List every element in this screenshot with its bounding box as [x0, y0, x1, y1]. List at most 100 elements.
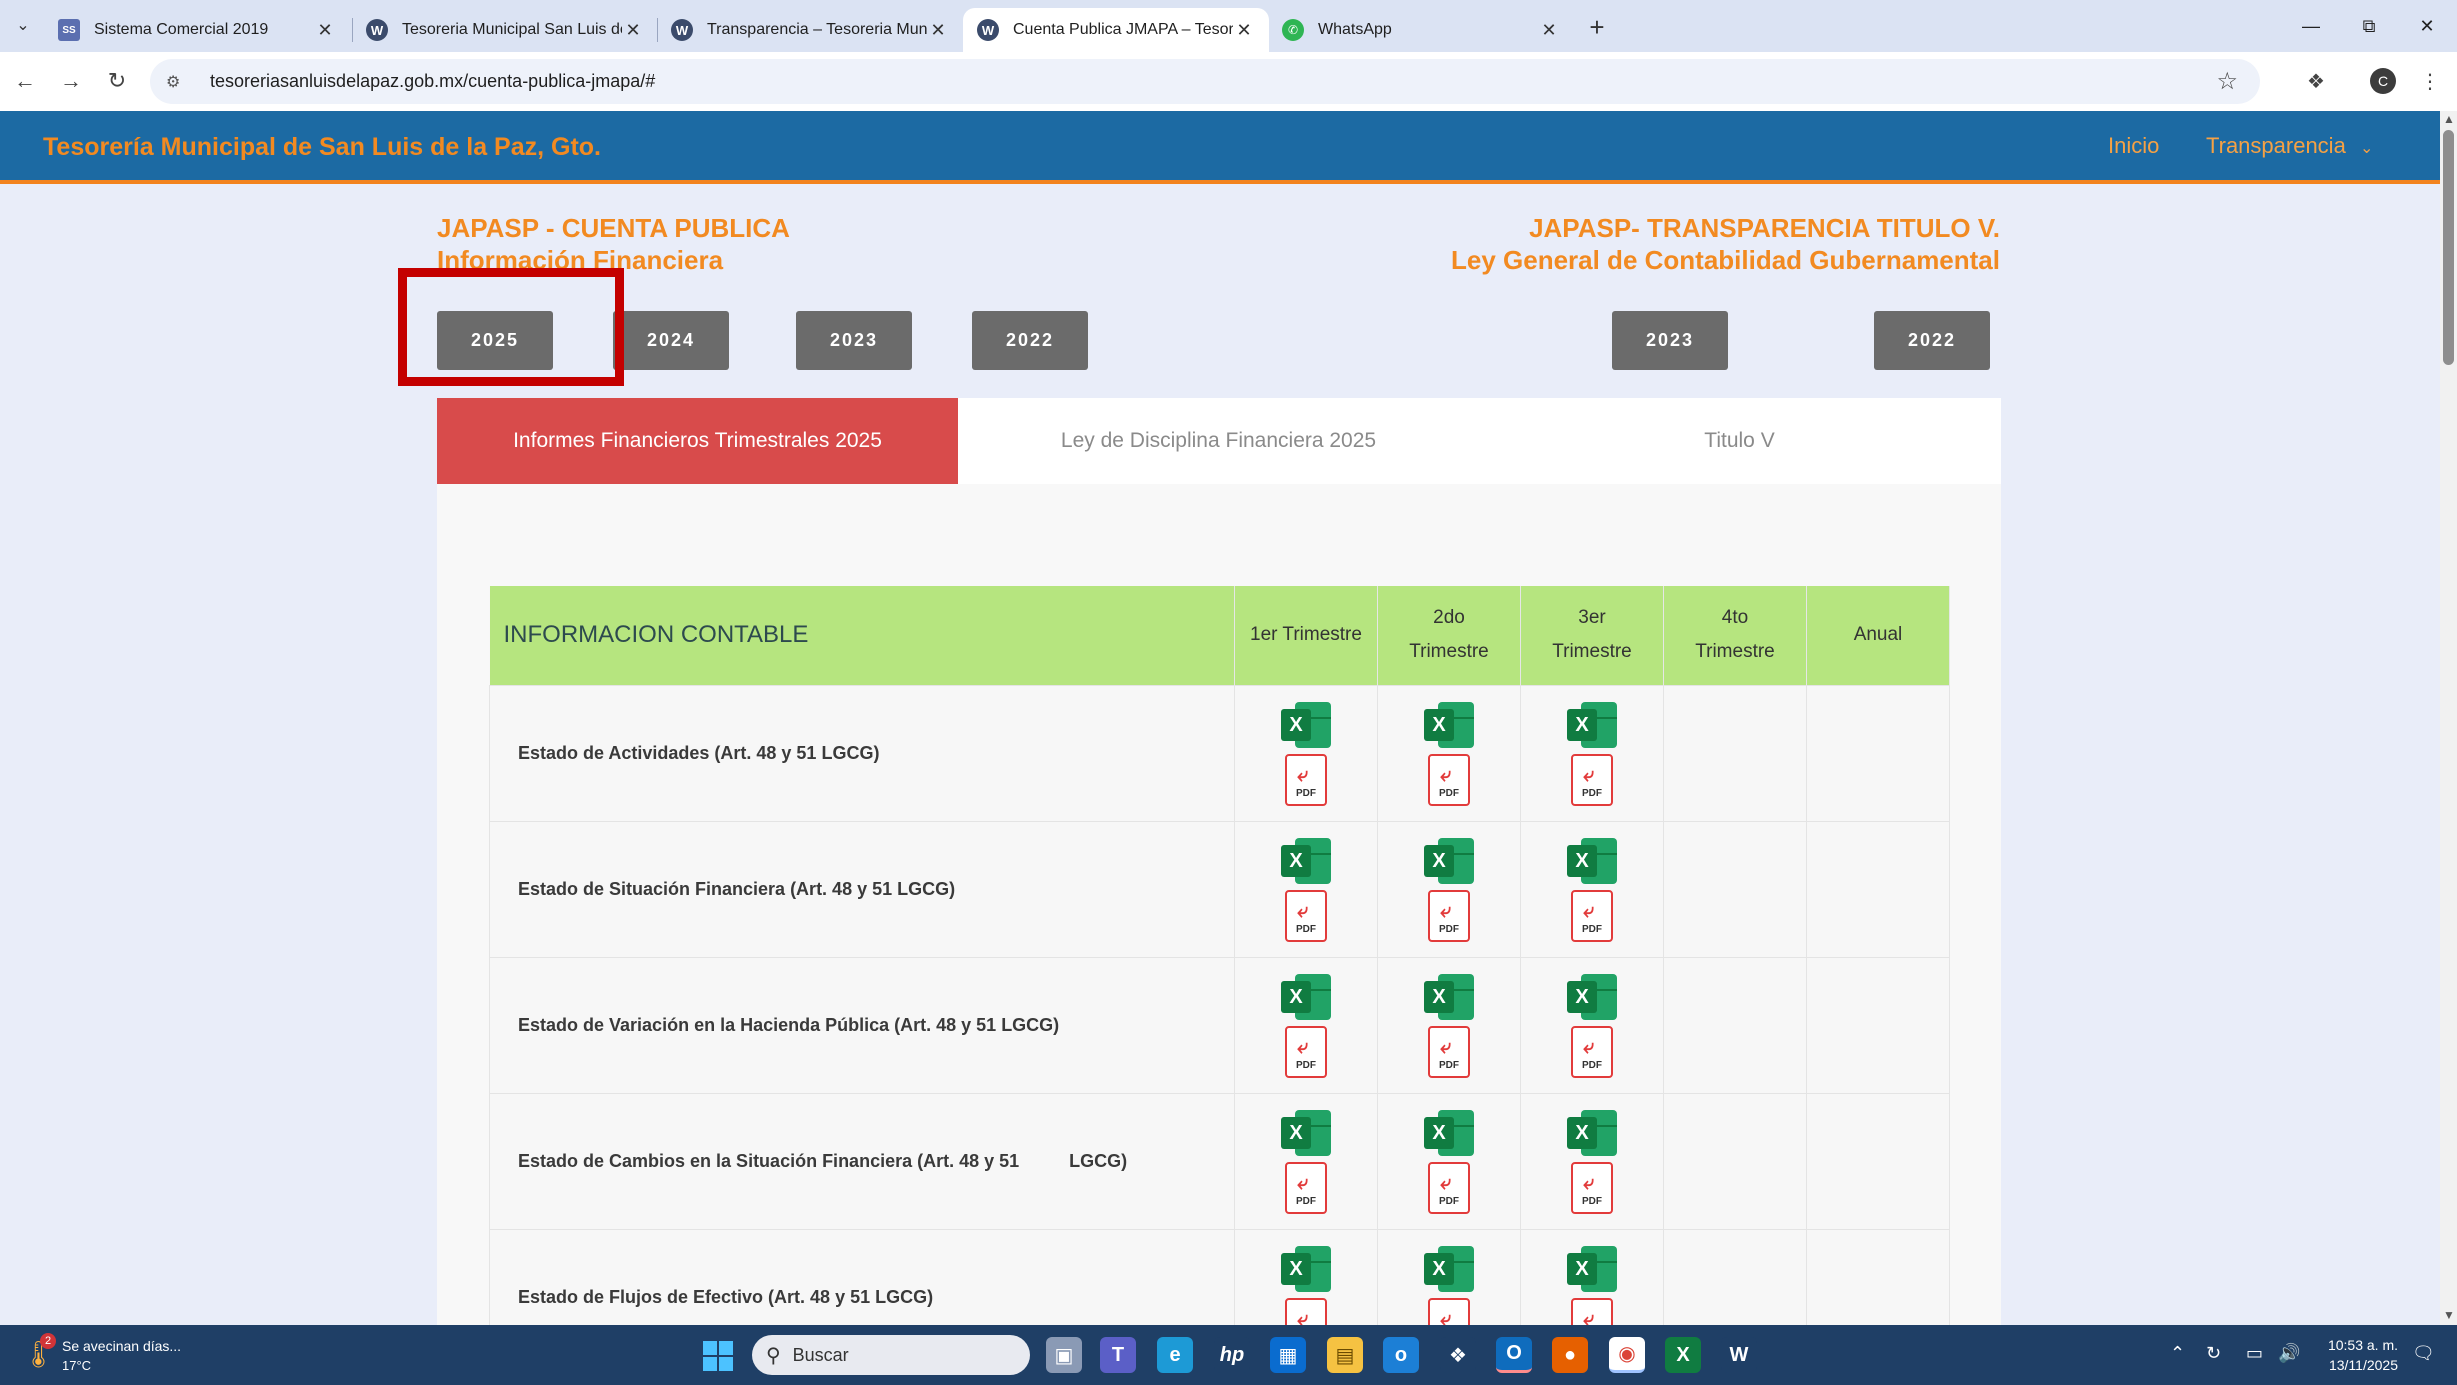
- pdf-file-icon[interactable]: ⤶PDF: [1428, 1298, 1470, 1325]
- excel-file-icon[interactable]: X: [1567, 1108, 1617, 1158]
- back-icon[interactable]: ←: [8, 64, 42, 98]
- minimize-icon[interactable]: —: [2288, 8, 2334, 44]
- tab-titulo-v[interactable]: Titulo V: [1479, 398, 2000, 484]
- site-title[interactable]: Tesorería Municipal de San Luis de la Pa…: [43, 133, 601, 162]
- windows-start-icon[interactable]: [703, 1341, 733, 1371]
- transparencia-year-button-2023[interactable]: 2023: [1612, 311, 1728, 370]
- show-hidden-icons[interactable]: ⌃: [2170, 1343, 2185, 1364]
- reload-icon[interactable]: ↻: [100, 64, 134, 98]
- excel-file-icon[interactable]: X: [1567, 700, 1617, 750]
- word-icon[interactable]: W: [1721, 1337, 1757, 1373]
- clock-time: 10:53 a. m.: [2327, 1337, 2398, 1353]
- taskbar-search[interactable]: ⚲ Buscar: [752, 1335, 1030, 1375]
- pdf-file-icon[interactable]: ⤶PDF: [1285, 1026, 1327, 1078]
- excel-file-icon[interactable]: X: [1567, 972, 1617, 1022]
- network-icon[interactable]: ▭: [2246, 1343, 2263, 1364]
- excel-file-icon[interactable]: X: [1567, 1244, 1617, 1294]
- hp-icon[interactable]: hp: [1214, 1337, 1250, 1373]
- sync-icon[interactable]: ↻: [2206, 1343, 2221, 1364]
- close-tab-icon[interactable]: ✕: [314, 20, 336, 41]
- column-header: 3er Trimestre: [1520, 586, 1664, 685]
- profile-avatar[interactable]: C: [2370, 68, 2396, 94]
- browser-tab[interactable]: SS Sistema Comercial 2019 ✕: [44, 8, 350, 52]
- excel-file-icon[interactable]: X: [1424, 1108, 1474, 1158]
- pdf-file-icon[interactable]: ⤶PDF: [1428, 1026, 1470, 1078]
- file-explorer-icon[interactable]: ▤: [1327, 1337, 1363, 1373]
- tab-informes-trimestrales[interactable]: Informes Financieros Trimestrales 2025: [437, 398, 958, 484]
- file-cell: X ⤶PDF: [1520, 1228, 1664, 1325]
- excel-file-icon[interactable]: X: [1281, 1244, 1331, 1294]
- excel-file-icon[interactable]: X: [1567, 836, 1617, 886]
- menu-kebab-icon[interactable]: ⋮: [2414, 65, 2446, 97]
- excel-file-icon[interactable]: X: [1424, 972, 1474, 1022]
- address-bar[interactable]: ⚙ tesoreriasanluisdelapaz.gob.mx/cuenta-…: [150, 59, 2260, 104]
- transparencia-year-button-2022[interactable]: 2022: [1874, 311, 1990, 370]
- weather-widget[interactable]: Se avecinan días... 17°C: [62, 1337, 181, 1375]
- pdf-file-icon[interactable]: ⤶PDF: [1571, 1298, 1613, 1325]
- chrome-icon[interactable]: ◉: [1609, 1337, 1645, 1373]
- close-tab-icon[interactable]: ✕: [1233, 20, 1255, 41]
- tab-ley-disciplina[interactable]: Ley de Disciplina Financiera 2025: [958, 398, 1479, 484]
- pdf-file-icon[interactable]: ⤶PDF: [1285, 1298, 1327, 1325]
- volume-icon[interactable]: 🔊: [2278, 1343, 2300, 1364]
- new-tab-button[interactable]: +: [1580, 10, 1614, 44]
- edge-icon[interactable]: e: [1157, 1337, 1193, 1373]
- excel-icon[interactable]: X: [1665, 1337, 1701, 1373]
- site-settings-icon[interactable]: ⚙: [166, 72, 196, 92]
- file-links: X⤶PDF: [1424, 700, 1474, 806]
- pdf-file-icon[interactable]: ⤶PDF: [1571, 890, 1613, 942]
- pdf-file-icon[interactable]: ⤶PDF: [1285, 890, 1327, 942]
- excel-file-icon[interactable]: X: [1281, 1108, 1331, 1158]
- system-clock[interactable]: 10:53 a. m. 13/11/2025: [2318, 1335, 2398, 1375]
- pdf-file-icon[interactable]: ⤶PDF: [1571, 1162, 1613, 1214]
- scroll-up-icon[interactable]: ▲: [2443, 112, 2455, 126]
- excel-file-icon[interactable]: X: [1424, 1244, 1474, 1294]
- heading-line: Ley General de Contabilidad Gubernamenta…: [1450, 245, 2000, 275]
- pdf-file-icon[interactable]: ⤶PDF: [1428, 1162, 1470, 1214]
- file-cell: X ⤶PDF: [1234, 1228, 1378, 1325]
- teams-icon[interactable]: T: [1100, 1337, 1136, 1373]
- pdf-file-icon[interactable]: ⤶PDF: [1428, 754, 1470, 806]
- nav-inicio[interactable]: Inicio: [2108, 133, 2159, 159]
- excel-file-icon[interactable]: X: [1424, 700, 1474, 750]
- close-tab-icon[interactable]: ✕: [1538, 20, 1560, 41]
- bookmark-star-icon[interactable]: ☆: [2216, 67, 2238, 96]
- dropbox-icon[interactable]: ❖: [1440, 1337, 1476, 1373]
- file-cell: [1806, 820, 1950, 958]
- close-tab-icon[interactable]: ✕: [927, 20, 949, 41]
- file-links: X⤶PDF: [1281, 972, 1331, 1078]
- extensions-icon[interactable]: ❖: [2300, 65, 2332, 97]
- year-button-2024[interactable]: 2024: [613, 311, 729, 370]
- notifications-icon[interactable]: 🗨: [2412, 1343, 2435, 1364]
- excel-file-icon[interactable]: X: [1281, 836, 1331, 886]
- browser-tab[interactable]: W Tesoreria Municipal San Luis de ✕: [352, 8, 658, 52]
- url-text[interactable]: tesoreriasanluisdelapaz.gob.mx/cuenta-pu…: [210, 71, 655, 92]
- tab-search-chevron-icon[interactable]: ⌄: [8, 10, 38, 40]
- browser-tab-active[interactable]: W Cuenta Publica JMAPA – Tesore ✕: [963, 8, 1269, 52]
- close-tab-icon[interactable]: ✕: [622, 20, 644, 41]
- pdf-file-icon[interactable]: ⤶PDF: [1285, 1162, 1327, 1214]
- nav-transparencia[interactable]: Transparencia ⌄: [2206, 133, 2373, 159]
- firefox-icon[interactable]: ●: [1552, 1337, 1588, 1373]
- file-cell: X⤶PDF: [1377, 820, 1521, 958]
- excel-file-icon[interactable]: X: [1281, 700, 1331, 750]
- excel-file-icon[interactable]: X: [1424, 836, 1474, 886]
- task-view-icon[interactable]: ▣: [1046, 1337, 1082, 1373]
- pdf-file-icon[interactable]: ⤶PDF: [1571, 754, 1613, 806]
- forward-icon[interactable]: →: [54, 64, 88, 98]
- outlook-icon[interactable]: O: [1496, 1337, 1532, 1373]
- pdf-file-icon[interactable]: ⤶PDF: [1571, 1026, 1613, 1078]
- browser-tab[interactable]: ✆ WhatsApp ✕: [1268, 8, 1574, 52]
- browser-tab[interactable]: W Transparencia – Tesoreria Munic ✕: [657, 8, 963, 52]
- scroll-thumb[interactable]: [2443, 130, 2454, 365]
- year-button-2023[interactable]: 2023: [796, 311, 912, 370]
- excel-file-icon[interactable]: X: [1281, 972, 1331, 1022]
- pdf-file-icon[interactable]: ⤶PDF: [1285, 754, 1327, 806]
- year-button-2022[interactable]: 2022: [972, 311, 1088, 370]
- restore-icon[interactable]: ⧉: [2346, 8, 2392, 44]
- store-icon[interactable]: ▦: [1270, 1337, 1306, 1373]
- pdf-file-icon[interactable]: ⤶PDF: [1428, 890, 1470, 942]
- scroll-down-icon[interactable]: ▼: [2443, 1308, 2455, 1322]
- close-window-icon[interactable]: ✕: [2404, 8, 2450, 44]
- outlook-new-icon[interactable]: o: [1383, 1337, 1419, 1373]
